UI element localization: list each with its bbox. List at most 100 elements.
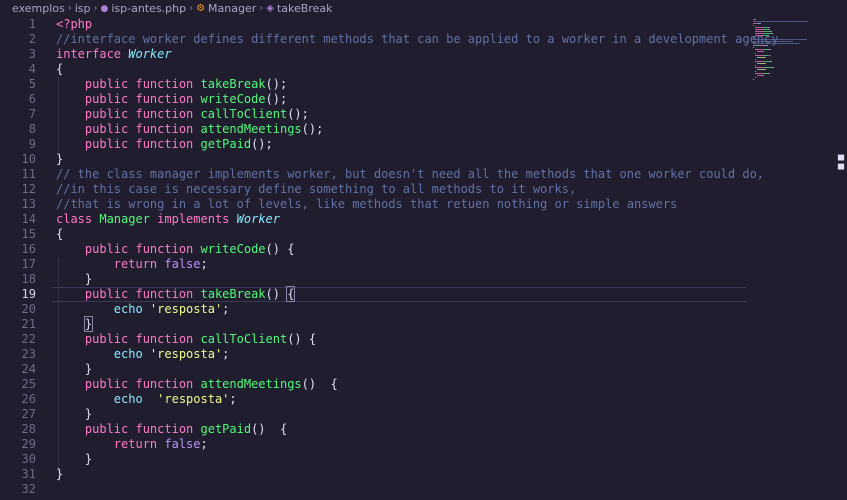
minimap-token — [755, 31, 764, 32]
code-line[interactable]: 12 //in this case is necessary define som… — [0, 182, 746, 197]
code-token: public function — [56, 122, 201, 136]
code-token: { — [56, 227, 64, 241]
code-line[interactable]: 17 return false; — [0, 257, 746, 272]
code-token: } — [56, 452, 93, 466]
code-line[interactable]: 5 public function takeBreak(); — [0, 77, 746, 92]
code-line[interactable]: 25 public function attendMeetings() { — [0, 377, 746, 392]
code-token: getPaid — [200, 137, 252, 151]
breadcrumb: exemplos › isp › ● isp-antes.php › ⚙ Man… — [0, 0, 847, 17]
code-line[interactable]: 13 //that is wrong in a lot of levels, li… — [0, 197, 746, 212]
code-token: public function — [56, 107, 201, 121]
code-token: attendMeetings — [200, 377, 302, 391]
code-text: echo 'resposta'; — [56, 302, 230, 317]
code-line[interactable]: 11 // the class manager implements worker… — [0, 167, 764, 182]
breadcrumb-folder-isp[interactable]: isp — [75, 2, 91, 15]
line-number: 24 — [21, 362, 36, 376]
breadcrumb-class[interactable]: Manager — [208, 2, 256, 15]
code-token: public function — [56, 332, 201, 346]
code-token: } — [56, 272, 93, 286]
code-line[interactable]: 28 public function getPaid() { — [0, 422, 746, 437]
code-line[interactable]: 16 public function writeCode() { — [0, 242, 746, 257]
code-token: () — [265, 287, 288, 301]
code-token: public function — [56, 377, 201, 391]
code-text: { — [56, 227, 63, 242]
code-token: public function — [56, 137, 201, 151]
code-line[interactable]: 31} — [0, 467, 746, 482]
code-line[interactable]: 23 echo 'resposta'; — [0, 347, 746, 362]
code-token: writeCode — [200, 92, 266, 106]
minimap-token — [755, 33, 764, 34]
code-token: 'resposta' — [149, 347, 223, 361]
code-text: public function getPaid(); — [56, 137, 273, 152]
code-token: takeBreak — [200, 77, 266, 91]
code-text: return false; — [56, 437, 208, 452]
code-token: () { — [251, 422, 288, 436]
code-line[interactable]: 20 echo 'resposta'; — [0, 302, 746, 317]
minimap-token — [770, 61, 773, 62]
code-line[interactable]: 27 } — [0, 407, 746, 422]
code-editor[interactable]: 1 <?php 2 //interface worker defines differ… — [0, 17, 779, 500]
minimap[interactable] — [750, 17, 847, 500]
code-token: () { — [265, 242, 295, 256]
code-line[interactable]: 29 return false; — [0, 437, 746, 452]
minimap-token — [753, 37, 754, 38]
chevron-right-icon: › — [93, 3, 98, 14]
code-line[interactable]: 30 } — [0, 452, 746, 467]
code-text: echo 'resposta'; — [56, 392, 237, 407]
code-line[interactable]: 18 } — [0, 272, 746, 287]
breadcrumb-folder-exemplos[interactable]: exemplos — [12, 2, 65, 15]
minimap-token — [753, 79, 754, 80]
breadcrumb-file[interactable]: isp-antes.php — [111, 2, 186, 15]
code-token: } — [56, 407, 93, 421]
line-number: 5 — [28, 77, 36, 91]
code-line[interactable]: 26 echo 'resposta'; — [0, 392, 746, 407]
minimap-token — [755, 61, 764, 62]
minimap-token — [763, 61, 771, 62]
code-line[interactable]: 8 public function attendMeetings(); — [0, 122, 746, 137]
code-text: public function takeBreak() { — [56, 286, 296, 302]
minimap-token — [768, 49, 771, 50]
code-token: echo — [56, 347, 150, 361]
code-token: takeBreak — [200, 287, 266, 301]
code-token: interface — [56, 47, 129, 61]
code-line[interactable]: 9 public function getPaid(); — [0, 137, 746, 152]
code-text: public function callToClient(); — [56, 107, 309, 122]
code-token: //that is wrong in a lot of levels, like… — [56, 197, 678, 211]
code-line[interactable]: 32 — [0, 482, 746, 497]
code-line[interactable]: 7 public function callToClient(); — [0, 107, 746, 122]
code-line[interactable]: 10} — [0, 152, 746, 167]
code-token: public function — [56, 242, 201, 256]
line-number: 18 — [21, 272, 36, 286]
code-text: public function attendMeetings(); — [56, 122, 323, 137]
breadcrumb-method[interactable]: takeBreak — [277, 2, 333, 15]
code-line[interactable]: 21 } — [0, 316, 746, 332]
minimap-token — [755, 59, 756, 60]
code-line[interactable]: 15 { — [0, 227, 746, 242]
line-number: 8 — [28, 122, 36, 136]
code-line[interactable]: 1 <?php — [0, 17, 746, 32]
code-token: ; — [200, 257, 208, 271]
code-line[interactable]: 24 } — [0, 362, 746, 377]
code-line[interactable]: 2 //interface worker defines different me… — [0, 32, 779, 47]
code-token: ; — [222, 302, 230, 316]
code-line[interactable]: 14 class Manager implements Worker — [0, 212, 746, 227]
minimap-token — [765, 57, 766, 58]
code-token: () { — [287, 332, 317, 346]
minimap-token — [755, 73, 764, 74]
line-number: 25 — [21, 377, 36, 391]
minimap-token — [763, 31, 771, 32]
code-line[interactable]: 3 interface Worker — [0, 47, 746, 62]
minimap-token — [768, 29, 771, 30]
code-token: public function — [56, 77, 201, 91]
code-text: public function callToClient() { — [56, 332, 316, 347]
code-line[interactable]: 19 public function takeBreak() { — [0, 286, 746, 302]
line-number: 22 — [21, 332, 36, 346]
code-line[interactable]: 22 public function callToClient() { — [0, 332, 746, 347]
code-line[interactable]: 4{ — [0, 62, 746, 77]
code-token: { — [286, 286, 296, 302]
line-number: 15 — [21, 227, 36, 241]
code-token: class — [56, 212, 100, 226]
code-token: callToClient — [200, 107, 288, 121]
code-line[interactable]: 6 public function writeCode(); — [0, 92, 746, 107]
line-number: 14 — [21, 212, 36, 226]
